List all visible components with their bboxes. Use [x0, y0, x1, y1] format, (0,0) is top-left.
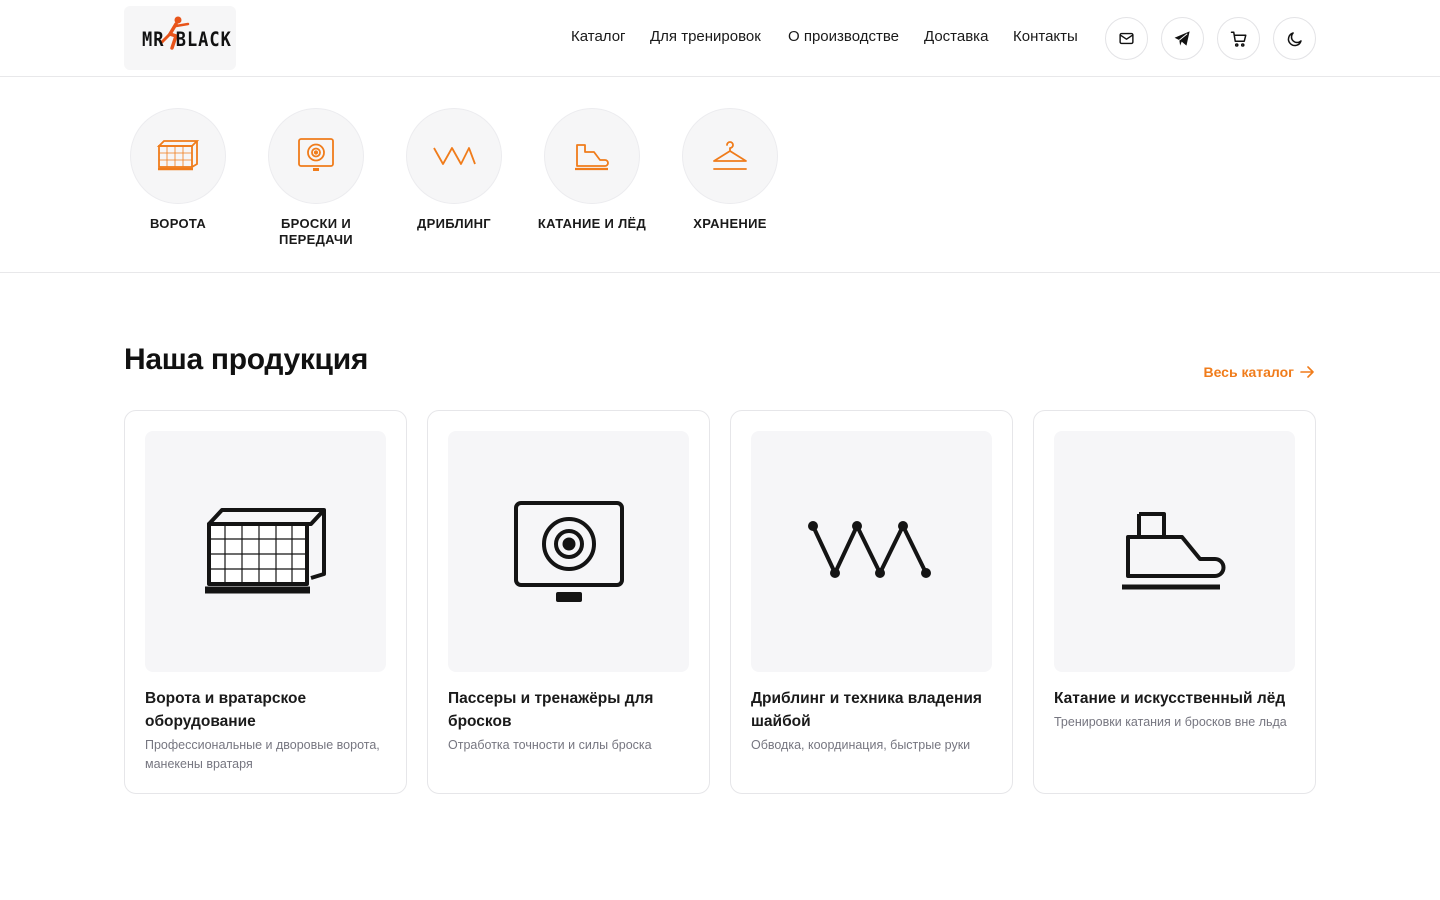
- product-image: [145, 431, 386, 672]
- all-catalog-link[interactable]: Весь каталог: [1203, 364, 1315, 380]
- category-label: ДРИБЛИНГ: [417, 216, 491, 231]
- nav-delivery[interactable]: Доставка: [924, 28, 988, 45]
- product-card-goals[interactable]: Ворота и вратарское оборудование Професс…: [124, 410, 407, 794]
- goal-net-icon: [204, 507, 326, 593]
- nav-contacts[interactable]: Контакты: [1013, 28, 1078, 45]
- category-goals[interactable]: ВОРОТА: [118, 108, 238, 232]
- category-label: КАТАНИЕ И ЛЁД: [537, 216, 647, 231]
- skate-icon: [1121, 511, 1225, 589]
- goal-net-icon: [156, 140, 200, 171]
- cart-icon: [1230, 31, 1246, 47]
- category-icon-circle: [682, 108, 778, 204]
- product-description: Обводка, координация, быстрые руки: [751, 738, 971, 752]
- category-icon-circle: [406, 108, 502, 204]
- mail-icon: [1119, 32, 1134, 45]
- zigzag-icon: [433, 147, 476, 165]
- product-card-skating[interactable]: Катание и искусственный лёд Тренировки к…: [1033, 410, 1316, 794]
- category-skating[interactable]: КАТАНИЕ И ЛЁД: [532, 108, 652, 232]
- category-label: БРОСКИ И ПЕРЕДАЧИ: [279, 216, 353, 247]
- moon-icon: [1287, 31, 1302, 46]
- product-description: Отработка точности и силы броска: [448, 738, 652, 752]
- product-title: Ворота и вратарское оборудование: [145, 690, 307, 730]
- category-icon-circle: [268, 108, 364, 204]
- category-icon-circle: [130, 108, 226, 204]
- zigzag-icon: [807, 520, 931, 578]
- all-catalog-label: Весь каталог: [1203, 364, 1294, 380]
- logo-text: MR BLACK: [142, 28, 232, 52]
- product-image: [1054, 431, 1295, 672]
- product-description: Профессиональные и дворовые ворота, мане…: [145, 738, 380, 771]
- nav-catalog[interactable]: Каталог: [571, 28, 626, 45]
- category-label: ХРАНЕНИЕ: [693, 216, 767, 231]
- products-title: Наша продукция: [124, 343, 369, 376]
- hanger-icon: [713, 141, 747, 170]
- site-header: MR BLACK Каталог Для тренировок О произв…: [0, 0, 1440, 77]
- nav-training[interactable]: Для тренировок: [650, 28, 761, 45]
- product-card-dribbling[interactable]: Дриблинг и техника владения шайбой Обвод…: [730, 410, 1013, 794]
- product-title: Дриблинг и техника владения шайбой: [751, 690, 982, 730]
- telegram-icon: [1174, 31, 1190, 46]
- product-title: Пассеры и тренажёры для бросков: [448, 690, 654, 730]
- arrow-right-icon: [1300, 366, 1314, 378]
- category-icon-circle: [544, 108, 640, 204]
- telegram-button[interactable]: [1161, 17, 1204, 60]
- category-storage[interactable]: ХРАНЕНИЕ: [670, 108, 790, 232]
- nav-production[interactable]: О производстве: [788, 28, 899, 45]
- category-label: ВОРОТА: [149, 216, 207, 231]
- skate-icon: [575, 144, 609, 171]
- cart-button[interactable]: [1217, 17, 1260, 60]
- product-title: Катание и искусственный лёд: [1054, 690, 1286, 707]
- category-dribbling[interactable]: ДРИБЛИНГ: [394, 108, 514, 232]
- theme-toggle-button[interactable]: [1273, 17, 1316, 60]
- category-row: ВОРОТА БРОСКИ И ПЕРЕДАЧИ ДРИБЛИНГ КАТАНИ…: [0, 77, 1440, 273]
- product-description: Тренировки катания и бросков вне льда: [1054, 715, 1287, 729]
- product-image: [751, 431, 992, 672]
- mail-button[interactable]: [1105, 17, 1148, 60]
- target-icon: [298, 138, 334, 171]
- target-icon: [513, 500, 624, 602]
- product-image: [448, 431, 689, 672]
- category-shots[interactable]: БРОСКИ И ПЕРЕДАЧИ: [256, 108, 376, 248]
- logo[interactable]: MR BLACK: [124, 6, 236, 70]
- product-card-shots[interactable]: Пассеры и тренажёры для бросков Отработк…: [427, 410, 710, 794]
